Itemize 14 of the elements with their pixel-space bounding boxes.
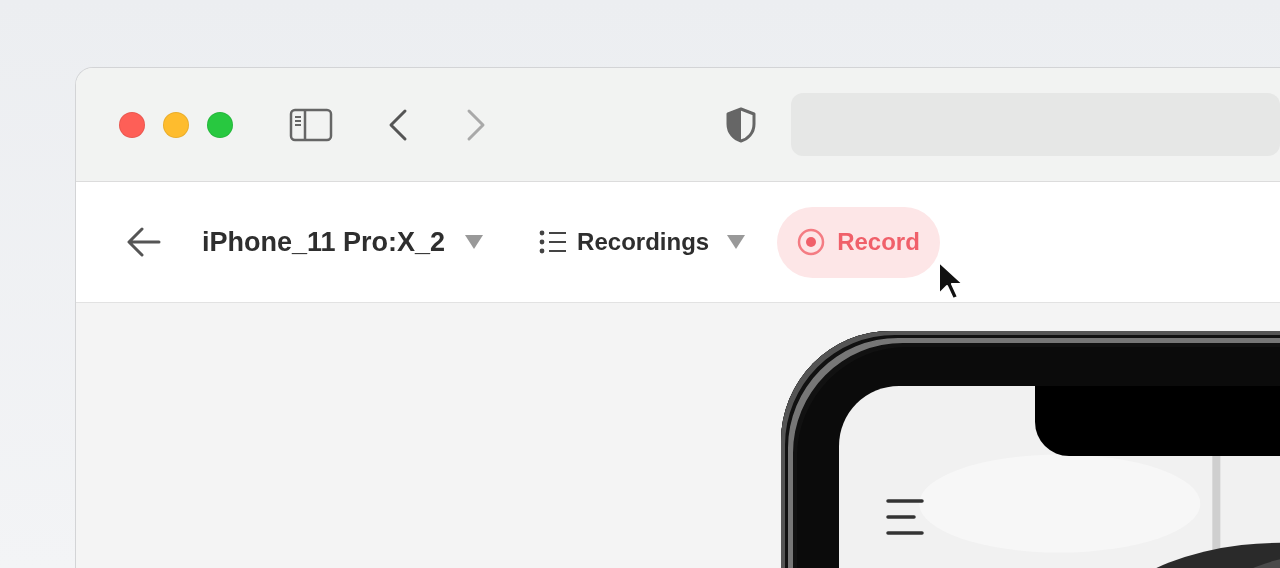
sidebar-icon[interactable] — [289, 107, 333, 142]
minimize-button[interactable] — [163, 111, 189, 138]
menu-icon — [886, 498, 924, 536]
back-arrow-icon[interactable] — [126, 226, 162, 258]
close-button[interactable] — [119, 111, 145, 138]
shield-icon[interactable] — [725, 106, 757, 143]
caret-icon — [727, 235, 746, 249]
recordings-dropdown[interactable]: Recordings — [539, 228, 746, 256]
device-dropdown[interactable]: iPhone_11 Pro:X_2 — [202, 226, 484, 258]
caret-icon — [465, 235, 484, 249]
zoom-button[interactable] — [207, 111, 233, 138]
back-icon[interactable] — [387, 107, 409, 142]
list-icon — [539, 230, 568, 254]
record-icon — [797, 228, 826, 256]
